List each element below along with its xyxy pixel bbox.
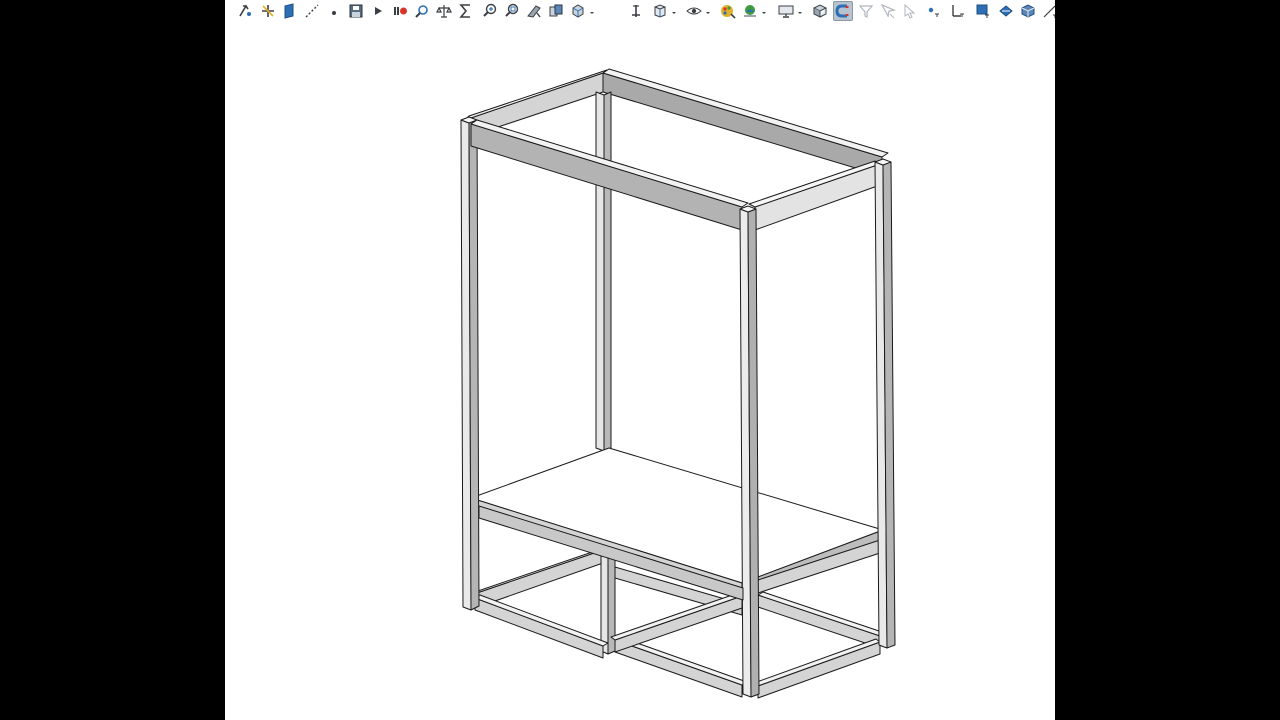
post-front-left[interactable]	[460, 116, 480, 611]
top-beam-back[interactable]	[602, 68, 889, 177]
bottom-rail-center-right[interactable]	[610, 592, 743, 653]
post-front-right[interactable]	[739, 205, 760, 698]
graphics-viewport[interactable]	[225, 0, 1055, 720]
post-lower-center[interactable]	[600, 554, 616, 655]
post-back-right[interactable]	[874, 158, 896, 649]
frame-model[interactable]	[225, 0, 1055, 720]
top-beam-right[interactable]	[748, 160, 881, 231]
post-back-center[interactable]	[595, 91, 612, 452]
bottom-rail-center-front[interactable]	[614, 636, 748, 698]
bottom-rail-right-back[interactable]	[757, 591, 886, 649]
bottom-rail-front-left[interactable]	[474, 594, 609, 659]
bottom-rail-right-front[interactable]	[753, 638, 881, 699]
